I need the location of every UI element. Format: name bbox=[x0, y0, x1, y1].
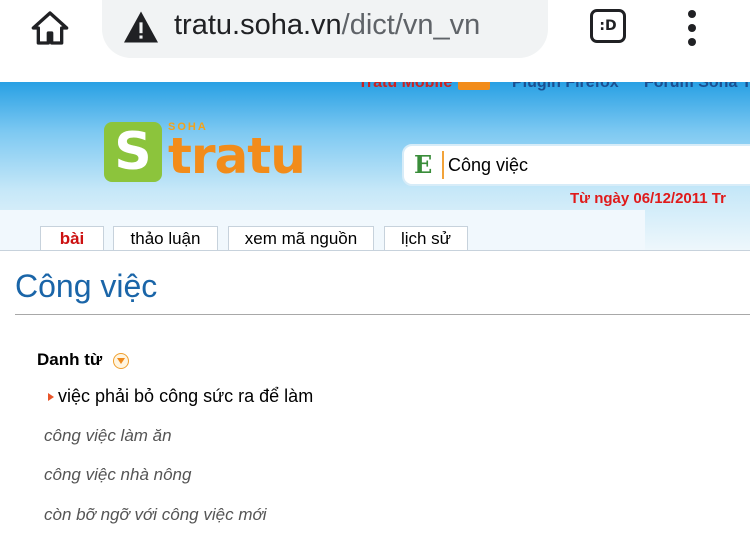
collapse-toggle-icon[interactable] bbox=[113, 353, 129, 369]
browser-toolbar: tratu.soha.vn/dict/vn_vn :D bbox=[0, 0, 750, 80]
tratu-mobile-link[interactable]: Tratu Mobile bbox=[358, 82, 452, 92]
address-bar[interactable]: tratu.soha.vn/dict/vn_vn bbox=[102, 0, 548, 58]
tab-discussion[interactable]: thảo luận bbox=[113, 226, 218, 251]
url-domain: tratu.soha.vn bbox=[174, 9, 342, 41]
part-of-speech-label: Danh từ bbox=[37, 350, 103, 369]
home-icon bbox=[31, 11, 69, 45]
definition-item: việc phải bỏ công sức ra để làm bbox=[48, 386, 313, 407]
definition-text: việc phải bỏ công sức ra để làm bbox=[58, 386, 314, 406]
warning-icon[interactable] bbox=[122, 10, 160, 49]
url-text: tratu.soha.vn/dict/vn_vn bbox=[174, 9, 480, 42]
search-box: E bbox=[402, 144, 750, 186]
top-links: Tratu Mobile Plugin Firefox Forum Soha T bbox=[0, 82, 750, 100]
more-vertical-icon bbox=[688, 10, 696, 46]
search-input[interactable] bbox=[442, 151, 750, 179]
url-path: /dict/vn_vn bbox=[341, 9, 481, 41]
dictionary-type-icon[interactable]: E bbox=[414, 150, 432, 179]
bullet-arrow-icon bbox=[48, 393, 54, 402]
home-button[interactable] bbox=[22, 4, 78, 52]
overflow-menu-button[interactable] bbox=[670, 4, 714, 52]
tab-divider bbox=[0, 250, 750, 251]
tab-switcher-button[interactable]: :D bbox=[586, 4, 630, 48]
notice-text: Từ ngày 06/12/2011 Tr bbox=[570, 190, 726, 207]
tab-article[interactable]: bài bbox=[40, 226, 104, 251]
title-divider bbox=[15, 314, 750, 315]
plugin-firefox-link[interactable]: Plugin Firefox bbox=[512, 82, 619, 92]
mobile-badge bbox=[458, 82, 490, 90]
logo-wordmark: tratu bbox=[168, 127, 306, 185]
tab-history[interactable]: lịch sử bbox=[384, 226, 468, 251]
logo-mark: S bbox=[104, 122, 162, 182]
forum-link[interactable]: Forum Soha T bbox=[644, 82, 750, 92]
page-title: Công việc bbox=[15, 268, 158, 304]
tab-switcher-icon: :D bbox=[590, 9, 626, 43]
example-item: công việc nhà nông bbox=[44, 465, 192, 484]
tab-view-source[interactable]: xem mã nguồn bbox=[228, 226, 374, 251]
example-item: còn bỡ ngỡ với công việc mới bbox=[44, 505, 267, 524]
example-item: công việc làm ăn bbox=[44, 426, 172, 445]
